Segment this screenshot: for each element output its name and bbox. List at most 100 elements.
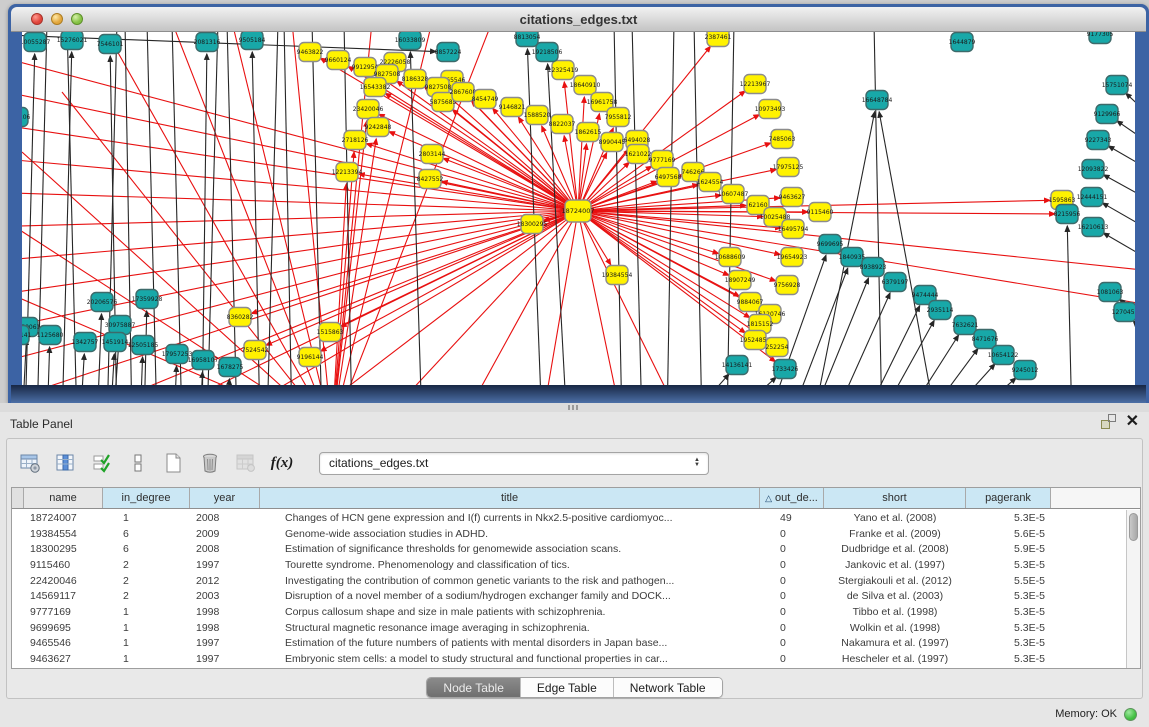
graph-node[interactable]: 18907249 xyxy=(725,271,756,290)
graph-node[interactable]: 1621022 xyxy=(625,145,652,164)
graph-node[interactable]: 10654122 xyxy=(988,346,1019,365)
graph-node[interactable]: 23420046 xyxy=(353,100,384,119)
graph-node[interactable]: 9245012 xyxy=(1012,361,1039,380)
graph-node[interactable]: 2387461 xyxy=(705,32,732,47)
table-row[interactable]: 1872400712008Changes of HCN gene express… xyxy=(12,510,1126,526)
column-header-short[interactable]: short xyxy=(824,488,966,508)
column-header-title[interactable]: title xyxy=(260,488,760,508)
graph-node[interactable]: 16958107 xyxy=(188,351,219,370)
graph-hub-node[interactable]: 18724007 xyxy=(561,200,594,222)
panel-splitter[interactable] xyxy=(0,403,1149,412)
table-row[interactable]: 911546021997Tourette syndrome. Phenomeno… xyxy=(12,557,1126,573)
table-selector-dropdown[interactable]: citations_edges.txt ▲▼ xyxy=(319,452,709,475)
table-row[interactable]: 977716911998Corpus callosum shape and si… xyxy=(12,604,1126,620)
graph-node[interactable]: 7485063 xyxy=(769,130,796,149)
graph-node[interactable]: 7546101 xyxy=(97,35,124,54)
graph-node[interactable]: 8360282 xyxy=(227,308,254,327)
graph-node[interactable]: 15751074 xyxy=(1102,76,1133,95)
function-builder-icon[interactable]: f(x) xyxy=(267,448,297,478)
graph-node[interactable]: 1678275 xyxy=(217,358,244,377)
graph-node[interactable]: 8990445 xyxy=(599,133,626,152)
graph-node[interactable]: 8427552 xyxy=(417,170,444,189)
graph-node[interactable]: 19654923 xyxy=(777,248,808,267)
graph-node[interactable]: 9146821 xyxy=(499,98,526,117)
graph-node[interactable]: 9756928 xyxy=(774,276,801,295)
graph-node[interactable]: 6379197 xyxy=(882,273,909,292)
graph-node[interactable]: 30975887 xyxy=(105,316,136,335)
show-column-icon[interactable] xyxy=(51,448,81,478)
graph-node[interactable]: 10688609 xyxy=(715,248,746,267)
graph-node[interactable]: 1644879 xyxy=(949,33,976,52)
tab-node-table[interactable]: Node Table xyxy=(427,678,521,697)
graph-node[interactable]: 1588520 xyxy=(524,106,551,125)
graph-node[interactable]: 12213394 xyxy=(332,163,363,182)
graph-node[interactable]: 9505184 xyxy=(239,32,266,50)
graph-node[interactable]: 1451914 xyxy=(102,333,129,352)
column-header-outde[interactable]: △out_de... xyxy=(760,488,824,508)
graph-node[interactable]: 6497568 xyxy=(655,168,682,187)
graph-node[interactable]: 10973493 xyxy=(755,100,786,119)
graph-node[interactable]: 12505185 xyxy=(128,336,159,355)
graph-node[interactable]: 9177305 xyxy=(1087,32,1114,44)
graph-node[interactable]: 17975125 xyxy=(773,158,804,177)
graph-node[interactable]: 2803144 xyxy=(419,145,446,164)
network-window-titlebar[interactable]: citations_edges.txt xyxy=(11,7,1146,32)
table-row[interactable]: 946362711997Embryonic stem cells: a mode… xyxy=(12,651,1126,667)
graph-node[interactable]: 1081063 xyxy=(1097,283,1124,302)
graph-node[interactable]: 18300295 xyxy=(517,215,548,234)
scrollbar-thumb[interactable] xyxy=(1129,513,1138,541)
graph-node[interactable]: 7955812 xyxy=(605,108,632,127)
close-panel-icon[interactable]: ✕ xyxy=(1126,415,1139,429)
graph-node[interactable]: 16495794 xyxy=(778,220,809,239)
graph-node[interactable]: 8857224 xyxy=(435,43,462,62)
column-header-pagerank[interactable]: pagerank xyxy=(966,488,1051,508)
graph-node[interactable]: 9463627 xyxy=(779,188,806,207)
citation-network-graph[interactable]: 1872400718300295946382296601249912954222… xyxy=(22,32,1135,385)
graph-node[interactable]: 1125680 xyxy=(37,326,64,345)
graph-node[interactable]: 20206576 xyxy=(87,293,118,312)
graph-node[interactable]: 9196144 xyxy=(297,348,324,367)
graph-node[interactable]: 8454749 xyxy=(472,90,499,109)
column-header-indegree[interactable]: in_degree xyxy=(103,488,190,508)
graph-node[interactable]: 9463822 xyxy=(297,43,324,62)
graph-node[interactable]: 1342757 xyxy=(72,333,99,352)
graph-node[interactable]: 12444151 xyxy=(1077,188,1108,207)
graph-node[interactable]: 17359928 xyxy=(132,290,163,309)
graph-node[interactable]: 16033809 xyxy=(395,32,426,50)
table-row[interactable]: 1456911722003Disruption of a novel membe… xyxy=(12,588,1126,604)
graph-node[interactable]: 10055287 xyxy=(22,33,50,52)
column-header-year[interactable]: year xyxy=(190,488,260,508)
graph-node[interactable]: 1624554 xyxy=(697,173,724,192)
graph-node[interactable]: 8938923 xyxy=(860,258,887,277)
graph-node[interactable]: 1862615 xyxy=(575,123,602,142)
graph-node[interactable]: 9660124 xyxy=(325,51,352,70)
graph-node[interactable]: 2053106 xyxy=(22,108,31,127)
tab-network-table[interactable]: Network Table xyxy=(614,678,722,697)
graph-node[interactable]: 2935114 xyxy=(927,301,954,320)
select-mode-icon[interactable] xyxy=(87,448,117,478)
graph-node[interactable]: 7524542 xyxy=(242,341,269,360)
graph-node[interactable]: 9129966 xyxy=(1094,105,1121,124)
tab-edge-table[interactable]: Edge Table xyxy=(521,678,614,697)
graph-node[interactable]: 2718126 xyxy=(342,131,369,150)
graph-node[interactable]: 19218506 xyxy=(532,43,563,62)
table-settings-icon[interactable] xyxy=(15,448,45,478)
table-row[interactable]: 1830029562008Estimation of significance … xyxy=(12,541,1126,557)
graph-node[interactable]: 9777169 xyxy=(649,151,676,170)
graph-node[interactable]: 10607487 xyxy=(718,185,749,204)
graph-node[interactable]: 16210613 xyxy=(1078,218,1109,237)
graph-node[interactable]: 8215956 xyxy=(1054,205,1081,224)
graph-node[interactable]: 12213967 xyxy=(740,75,771,94)
graph-node[interactable]: 16543382 xyxy=(360,78,391,97)
network-canvas[interactable]: 1872400718300295946382296601249912954222… xyxy=(22,32,1135,385)
graph-node[interactable]: 1515863 xyxy=(317,323,344,342)
graph-node[interactable]: 9699695 xyxy=(817,235,844,254)
close-window-button[interactable] xyxy=(31,13,43,25)
minimize-window-button[interactable] xyxy=(51,13,63,25)
graph-node[interactable]: 8822037 xyxy=(549,115,576,134)
graph-node[interactable]: 16648784 xyxy=(862,91,893,110)
graph-node[interactable]: 9115460 xyxy=(807,203,834,222)
column-header-name[interactable]: name xyxy=(24,488,103,508)
graph-node[interactable]: 252254 xyxy=(766,338,789,357)
graph-node[interactable]: 14136141 xyxy=(722,356,753,375)
